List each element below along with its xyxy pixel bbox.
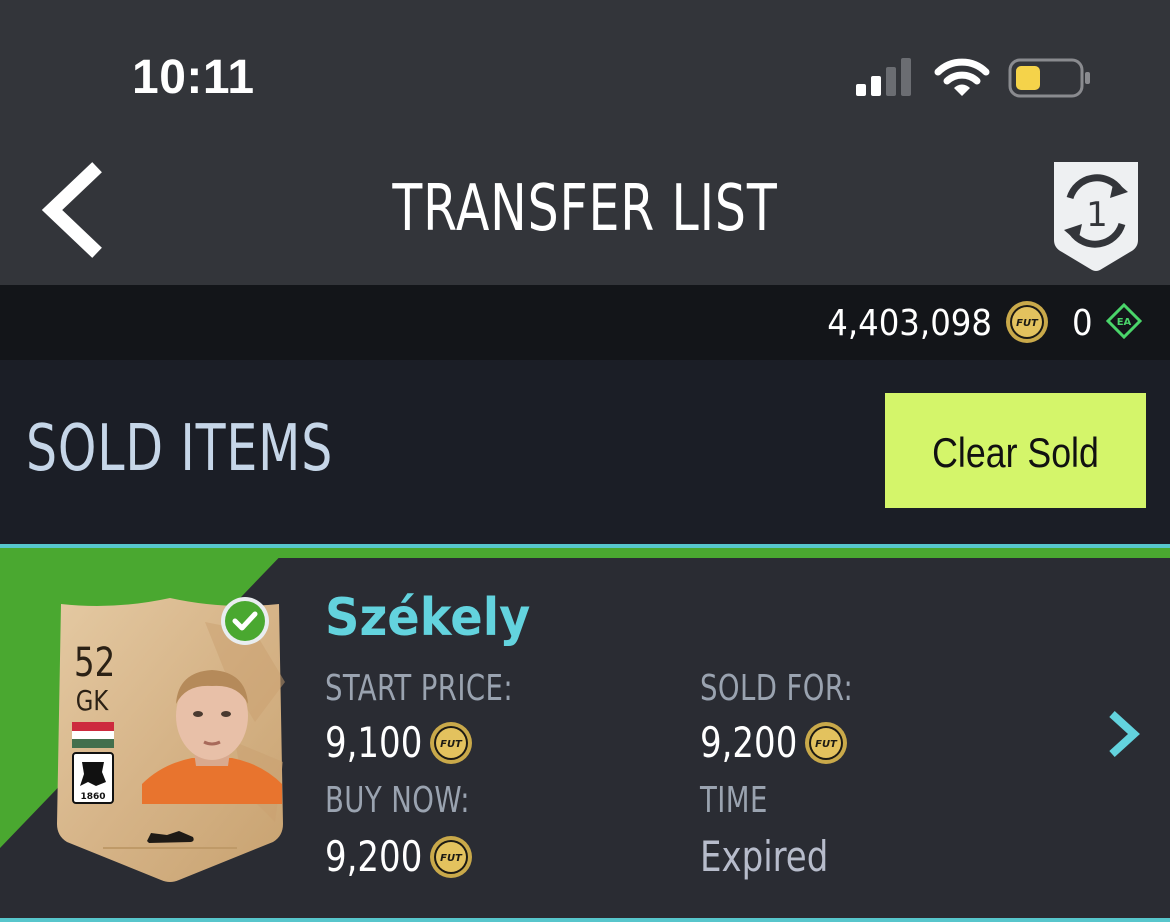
top-navigation-bar: TRANSFER LIST 1 <box>0 130 1170 285</box>
player-name: Székely <box>325 588 531 648</box>
chevron-right-icon[interactable] <box>1100 708 1146 760</box>
svg-text:1860: 1860 <box>80 792 105 802</box>
row-bottom-border <box>0 918 1170 922</box>
status-time: 10:11 <box>132 51 255 104</box>
fut-coin-icon: FUT <box>805 722 847 764</box>
objectives-count: 1 <box>1086 195 1108 235</box>
page-title: TRANSFER LIST <box>392 172 778 246</box>
fut-coin-icon: FUT <box>1006 301 1048 343</box>
battery-icon <box>1008 58 1090 98</box>
club-crest-icon: 1860 <box>72 752 114 804</box>
start-price-label: START PRICE: <box>325 668 514 709</box>
svg-text:FUT: FUT <box>815 739 838 750</box>
hungary-flag-icon <box>72 722 114 748</box>
boot-icon <box>147 831 194 843</box>
buy-now-label: BUY NOW: <box>325 780 470 821</box>
player-position: GK <box>75 684 109 717</box>
objectives-button[interactable]: 1 <box>1048 152 1144 274</box>
clear-sold-button[interactable]: Clear Sold <box>885 393 1146 508</box>
time-label: TIME <box>700 780 768 821</box>
sold-checkmark-icon <box>221 597 269 645</box>
currency-bar: 4,403,098 FUT 0 EA <box>0 285 1170 360</box>
player-rating: 52 <box>74 640 116 686</box>
fifa-points-balance: 0 <box>1072 303 1093 344</box>
sold-for-value: 9,200 <box>700 718 798 767</box>
time-value: Expired <box>700 832 829 881</box>
buy-now-value: 9,200 <box>325 832 423 881</box>
row-sold-stripe <box>0 548 1170 558</box>
fifa-points-icon: EA <box>1106 303 1142 339</box>
svg-text:FUT: FUT <box>440 853 463 864</box>
sold-for-label: SOLD FOR: <box>700 668 854 709</box>
objectives-shield-icon: 1 <box>1054 162 1138 271</box>
wifi-icon <box>934 58 990 96</box>
transfer-list-item[interactable]: 52 GK 1860 Székely START PRICE: 9,100 FU… <box>0 544 1170 922</box>
status-bar: 10:11 <box>0 0 1170 130</box>
svg-text:FUT: FUT <box>1016 318 1039 329</box>
fut-coin-icon: FUT <box>430 836 472 878</box>
coins-balance: 4,403,098 <box>827 303 992 344</box>
cellular-signal-icon <box>856 58 911 96</box>
clear-sold-label: Clear Sold <box>932 429 1099 476</box>
fut-coin-icon: FUT <box>430 722 472 764</box>
section-title: SOLD ITEMS <box>26 412 334 486</box>
start-price-value: 9,100 <box>325 718 423 767</box>
svg-text:EA: EA <box>1117 317 1132 328</box>
player-photo <box>142 670 282 804</box>
svg-text:FUT: FUT <box>440 739 463 750</box>
sold-items-section-header: SOLD ITEMS Clear Sold <box>0 360 1170 544</box>
